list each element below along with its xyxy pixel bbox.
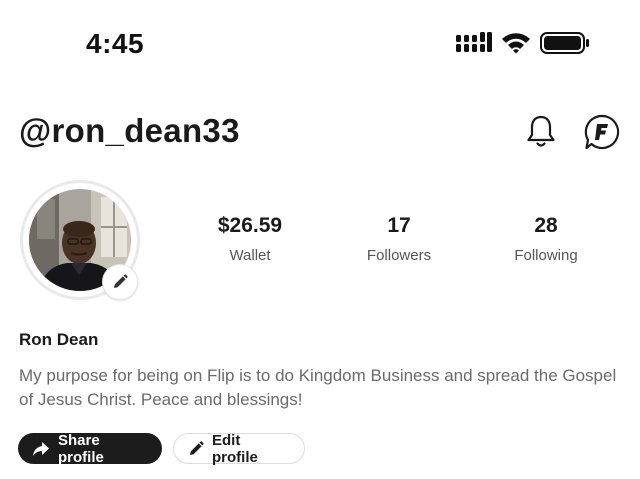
wallet-stat[interactable]: $26.59 Wallet — [205, 214, 295, 264]
following-stat[interactable]: 28 Following — [501, 214, 591, 264]
display-name: Ron Dean — [19, 330, 99, 349]
wallet-value: $26.59 — [217, 214, 283, 237]
profile-username: @ron_dean33 — [19, 112, 240, 149]
wifi-icon — [502, 33, 530, 54]
edit-profile-label: Edit profile — [212, 431, 258, 466]
pencil-icon — [114, 274, 128, 288]
following-label: Following — [514, 247, 578, 264]
share-profile-button[interactable]: Share profile — [18, 431, 162, 466]
edit-profile-button[interactable]: Edit profile — [173, 431, 305, 466]
profile-bio: My purpose for being on Flip is to do Ki… — [19, 366, 617, 409]
following-count: 28 — [534, 214, 558, 237]
pencil-icon — [190, 440, 204, 455]
status-bar: 4:45 — [0, 0, 640, 86]
messages-button[interactable] — [582, 112, 622, 152]
cellular-signal-icon — [456, 32, 492, 52]
flip-chat-icon — [584, 114, 620, 150]
followers-label: Followers — [366, 247, 432, 264]
profile-screen: 4:45 @ron_dean33 $26.59 Wallet 17 Follow… — [0, 0, 640, 479]
followers-count: 17 — [387, 214, 411, 237]
status-time: 4:45 — [86, 28, 145, 59]
edit-avatar-button[interactable] — [102, 264, 138, 300]
notifications-button[interactable] — [521, 112, 561, 152]
share-profile-label: Share profile — [58, 431, 104, 466]
followers-stat[interactable]: 17 Followers — [354, 214, 444, 264]
wallet-label: Wallet — [229, 247, 271, 264]
battery-icon — [540, 32, 589, 54]
share-arrow-icon — [33, 441, 49, 456]
bell-icon — [527, 115, 555, 147]
